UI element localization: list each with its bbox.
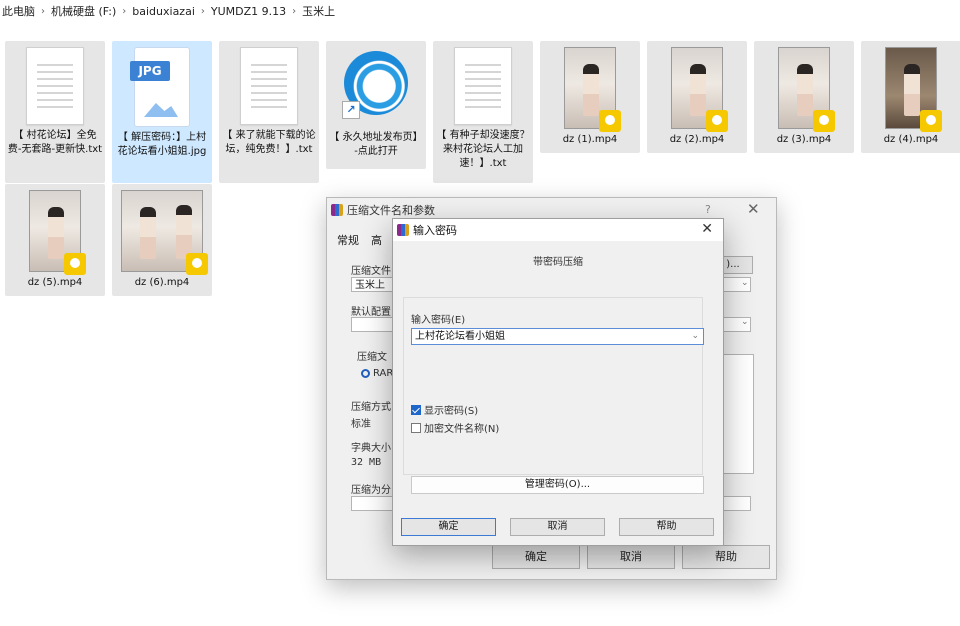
chevron-down-icon[interactable]: ⌄ (741, 317, 749, 327)
ok-button[interactable]: 确定 (492, 545, 580, 569)
play-badge-icon (599, 110, 621, 132)
archive-dialog-tabs: 常规 高 (337, 232, 382, 248)
video-thumbnail (564, 47, 621, 132)
radio-icon (361, 368, 370, 378)
ok-button[interactable]: 确定 (401, 518, 496, 536)
text-file-icon (454, 47, 512, 125)
jpg-tag: JPG (130, 61, 170, 81)
show-password-label: 显示密码(S) (424, 406, 479, 417)
tab-general[interactable]: 常规 (337, 232, 359, 248)
archive-format-label: 压缩文 (357, 352, 387, 363)
shortcut-arrow-icon: ↗ (342, 101, 360, 119)
file-tile[interactable]: dz (4).mp4 (861, 41, 960, 153)
archive-dialog-title: 压缩文件名和参数 (347, 204, 435, 217)
help-button[interactable]: 帮助 (682, 545, 770, 569)
video-thumbnail (121, 190, 208, 275)
password-input[interactable]: 上村花论坛看小姐姐 ⌄ (411, 328, 704, 345)
encrypt-filenames-label: 加密文件名称(N) (424, 424, 500, 435)
video-thumbnail (885, 47, 942, 132)
password-label: 输入密码(E) (411, 315, 466, 326)
tab-advanced[interactable]: 高 (371, 232, 382, 248)
text-file-icon (240, 47, 298, 125)
close-icon[interactable]: ✕ (747, 200, 760, 218)
play-badge-icon (64, 253, 86, 275)
compression-method-value[interactable]: 标准 (351, 415, 371, 430)
password-value: 上村花论坛看小姐姐 (415, 331, 505, 342)
close-icon[interactable]: ✕ (701, 221, 713, 237)
file-tile[interactable]: dz (6).mp4 (112, 184, 212, 296)
file-tile[interactable]: 【 有种子却没速度？来村花论坛人工加速！】.txt (433, 41, 533, 183)
video-thumbnail (778, 47, 835, 132)
file-name: dz (6).mp4 (134, 277, 190, 288)
file-tile-selected[interactable]: JPG 【 解压密码：】上村花论坛看小姐姐.jpg (112, 41, 212, 183)
split-volumes-label: 压缩为分 (351, 485, 391, 496)
format-radio-rar[interactable]: RAR (361, 368, 393, 379)
file-name: 【 有种子却没速度？来村花论坛人工加速！】.txt (436, 130, 530, 169)
dialog-caption: 带密码压缩 (533, 257, 583, 268)
play-badge-icon (813, 110, 835, 132)
checkbox-unchecked-icon (411, 422, 421, 433)
file-tile[interactable]: dz (3).mp4 (754, 41, 854, 153)
file-tile[interactable]: ↗ 【 永久地址发布页】-点此打开 (326, 41, 426, 169)
file-name: 【 永久地址发布页】-点此打开 (329, 132, 423, 157)
dictionary-size-label: 字典大小 (351, 443, 391, 454)
cancel-button[interactable]: 取消 (587, 545, 675, 569)
encrypt-filenames-checkbox[interactable]: 加密文件名称(N) (411, 420, 499, 435)
password-dialog: 输入密码 ✕ 带密码压缩 输入密码(E) 上村花论坛看小姐姐 ⌄ 显示密码(S)… (392, 218, 724, 546)
show-password-checkbox[interactable]: 显示密码(S) (411, 402, 478, 417)
play-badge-icon (706, 110, 728, 132)
file-name: dz (3).mp4 (776, 134, 832, 145)
chevron-down-icon[interactable]: ⌄ (741, 278, 749, 288)
winrar-app-icon (331, 204, 343, 216)
dictionary-size-value[interactable]: 32 MB (351, 457, 381, 468)
chevron-down-icon[interactable]: ⌄ (691, 329, 699, 344)
file-tile[interactable]: dz (1).mp4 (540, 41, 640, 153)
file-name: dz (2).mp4 (669, 134, 725, 145)
default-profile-label: 默认配置 (351, 307, 391, 318)
browser-swirl-icon: ↗ (338, 47, 414, 127)
play-badge-icon (920, 110, 942, 132)
file-tile[interactable]: 【 来了就能下载的论坛，纯免费！】.txt (219, 41, 319, 183)
file-name: dz (4).mp4 (883, 134, 939, 145)
file-tile[interactable]: 【 村花论坛】全免费-无套路-更新快.txt (5, 41, 105, 183)
checkbox-checked-icon (411, 404, 421, 415)
file-name: 【 解压密码：】上村花论坛看小姐姐.jpg (117, 132, 207, 157)
play-badge-icon (186, 253, 208, 275)
password-dialog-titlebar[interactable]: 输入密码 (393, 219, 723, 241)
cancel-button[interactable]: 取消 (510, 518, 605, 536)
file-tile[interactable]: dz (5).mp4 (5, 184, 105, 296)
image-file-icon: JPG (130, 47, 194, 127)
file-name: dz (5).mp4 (27, 277, 83, 288)
password-dialog-title: 输入密码 (413, 224, 457, 237)
video-thumbnail (29, 190, 86, 275)
video-thumbnail (671, 47, 728, 132)
winrar-app-icon (397, 224, 409, 236)
file-name: dz (1).mp4 (562, 134, 618, 145)
text-file-icon (26, 47, 84, 125)
compression-method-label: 压缩方式 (351, 402, 391, 413)
file-tile[interactable]: dz (2).mp4 (647, 41, 747, 153)
help-icon[interactable]: ? (705, 203, 711, 216)
help-button[interactable]: 帮助 (619, 518, 714, 536)
manage-passwords-button[interactable]: 管理密码(O)... (411, 476, 704, 494)
archive-name-label: 压缩文件 (351, 266, 391, 277)
file-name: 【 村花论坛】全免费-无套路-更新快.txt (7, 130, 103, 155)
file-name: 【 来了就能下载的论坛，纯免费！】.txt (222, 130, 316, 155)
